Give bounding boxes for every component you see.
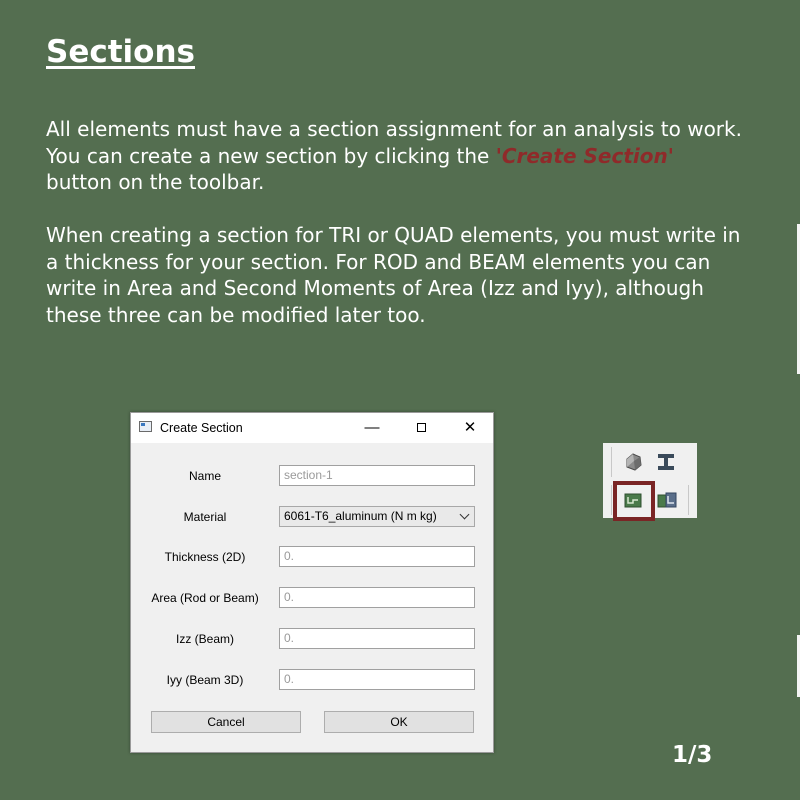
create-section-highlight: 'Create Section' bbox=[495, 143, 674, 168]
minimize-button[interactable]: — bbox=[357, 417, 387, 439]
create-material-icon[interactable] bbox=[622, 451, 644, 473]
maximize-button[interactable] bbox=[406, 417, 436, 439]
iyy-label: Iyy (Beam 3D) bbox=[166, 673, 244, 687]
material-select[interactable]: 6061-T6_aluminum (N m kg) bbox=[279, 506, 475, 527]
create-beam-section-icon[interactable] bbox=[655, 451, 677, 473]
name-input[interactable]: section-1 bbox=[279, 465, 475, 486]
dialog-titlebar[interactable]: Create Section — ✕ bbox=[131, 413, 493, 443]
area-input[interactable]: 0. bbox=[279, 587, 475, 608]
intro-paragraph: All elements must have a section assignm… bbox=[46, 116, 746, 196]
create-section-highlight-box bbox=[613, 481, 655, 521]
page-indicator: 1/3 bbox=[672, 742, 713, 768]
thickness-label: Thickness (2D) bbox=[164, 550, 246, 564]
slide-title: Sections bbox=[46, 34, 195, 70]
create-section-dialog: Create Section — ✕ Name section-1 Materi… bbox=[130, 412, 494, 753]
iyy-input[interactable]: 0. bbox=[279, 669, 475, 690]
close-button[interactable]: ✕ bbox=[455, 417, 485, 439]
material-label: Material bbox=[183, 510, 227, 524]
material-selected-value: 6061-T6_aluminum (N m kg) bbox=[284, 509, 437, 523]
name-label: Name bbox=[188, 469, 221, 483]
izz-label: Izz (Beam) bbox=[175, 632, 234, 646]
app-window-icon bbox=[139, 421, 152, 432]
ok-button[interactable]: OK bbox=[324, 711, 474, 733]
toolbar-separator bbox=[611, 447, 612, 477]
intro-text-end: button on the toolbar. bbox=[46, 170, 265, 195]
area-label: Area (Rod or Beam) bbox=[151, 591, 259, 605]
izz-input[interactable]: 0. bbox=[279, 628, 475, 649]
chevron-down-icon bbox=[459, 509, 470, 520]
dialog-title: Create Section bbox=[160, 421, 243, 435]
toolbar-separator bbox=[688, 485, 689, 515]
cancel-button[interactable]: Cancel bbox=[151, 711, 301, 733]
maximize-icon bbox=[416, 423, 426, 432]
details-paragraph: When creating a section for TRI or QUAD … bbox=[46, 223, 741, 328]
assign-section-icon[interactable] bbox=[656, 489, 678, 511]
thickness-input[interactable]: 0. bbox=[279, 546, 475, 567]
toolbar-separator bbox=[611, 485, 612, 515]
